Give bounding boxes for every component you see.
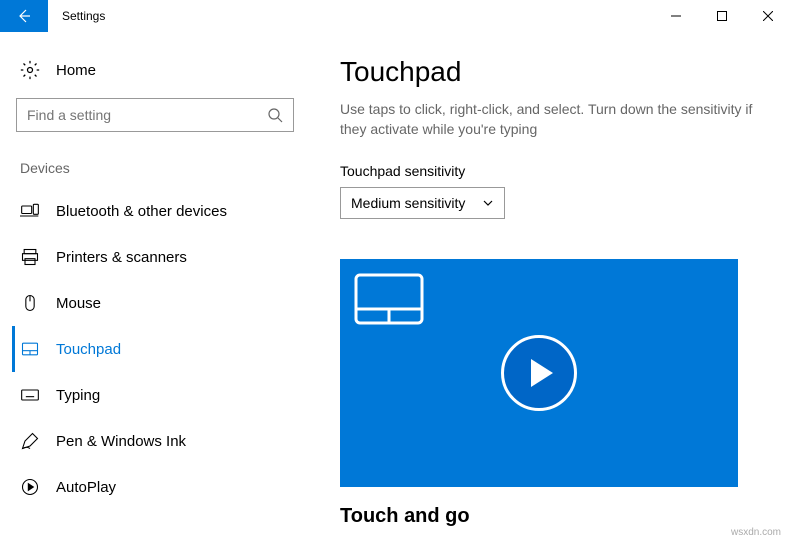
sidebar-item-label: Typing [56,387,100,404]
back-button[interactable] [0,0,48,32]
touchpad-icon [20,339,40,359]
sidebar-item-mouse[interactable]: Mouse [16,280,294,326]
home-label: Home [56,62,96,79]
minimize-button[interactable] [653,0,699,32]
search-input[interactable] [16,98,294,132]
play-button[interactable] [501,335,577,411]
search-icon [267,107,283,123]
autoplay-icon [20,477,40,497]
sidebar-item-printers[interactable]: Printers & scanners [16,234,294,280]
arrow-left-icon [16,8,32,24]
sidebar-item-autoplay[interactable]: AutoPlay [16,464,294,510]
search-field[interactable] [27,107,267,123]
sensitivity-dropdown[interactable]: Medium sensitivity [340,187,505,219]
main-content: Touchpad Use taps to click, right-click,… [310,32,791,546]
window-controls [653,0,791,32]
page-description: Use taps to click, right-click, and sele… [340,100,771,139]
maximize-button[interactable] [699,0,745,32]
mouse-icon [20,293,40,313]
secondary-title: Touch and go [340,505,771,528]
sidebar-item-label: Bluetooth & other devices [56,203,227,220]
printer-icon [20,247,40,267]
section-header: Devices [16,160,294,176]
sidebar-item-label: Printers & scanners [56,249,187,266]
minimize-icon [671,11,681,21]
sidebar-item-typing[interactable]: Typing [16,372,294,418]
sidebar-item-label: Pen & Windows Ink [56,433,186,450]
devices-icon [20,201,40,221]
dropdown-value: Medium sensitivity [351,195,465,211]
sidebar: Home Devices Bluetooth & other devices P… [0,32,310,546]
watermark: wsxdn.com [731,527,781,538]
home-nav[interactable]: Home [16,52,294,98]
titlebar: Settings [0,0,791,32]
chevron-down-icon [482,197,494,209]
sidebar-item-label: AutoPlay [56,479,116,496]
close-button[interactable] [745,0,791,32]
page-title: Touchpad [340,56,771,88]
sensitivity-label: Touchpad sensitivity [340,163,771,179]
touchpad-large-icon [354,273,424,325]
window-title: Settings [48,0,105,32]
keyboard-icon [20,385,40,405]
maximize-icon [717,11,727,21]
gear-icon [20,60,40,80]
pen-icon [20,431,40,451]
close-icon [763,11,773,21]
sidebar-item-label: Touchpad [56,341,121,358]
sidebar-item-pen[interactable]: Pen & Windows Ink [16,418,294,464]
sidebar-item-bluetooth[interactable]: Bluetooth & other devices [16,188,294,234]
play-icon [531,359,553,387]
sidebar-item-touchpad[interactable]: Touchpad [12,326,294,372]
sidebar-item-label: Mouse [56,295,101,312]
video-preview[interactable] [340,259,738,487]
